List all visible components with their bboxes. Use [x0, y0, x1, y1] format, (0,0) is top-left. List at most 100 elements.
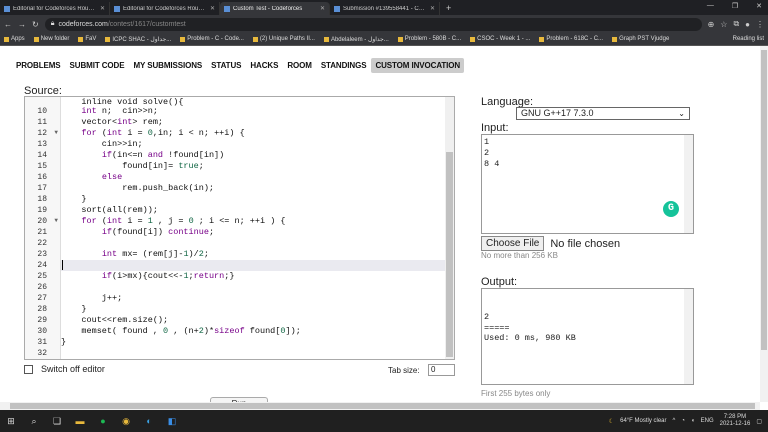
menu-icon[interactable]: ⋮ [756, 20, 764, 29]
bookmark-label: FaV [85, 36, 97, 42]
input-scrollbar[interactable] [684, 135, 693, 233]
switch-off-editor-label: Switch off editor [41, 364, 105, 374]
system-tray: ☾ 64°F Mostly clear ^ ◔ ◖ ENG 7:28 PM 20… [609, 414, 768, 428]
output-scrollbar[interactable] [684, 289, 693, 384]
bookmark-item[interactable]: Problem - 580B - C... [397, 36, 461, 42]
extensions-icon[interactable]: ⧉ [733, 19, 739, 29]
file-explorer-icon[interactable]: ▬ [75, 416, 85, 426]
tab-close-icon[interactable]: ✕ [430, 5, 435, 12]
bookmark-item[interactable]: Graph PST Vjudge [612, 36, 669, 42]
reading-list-link[interactable]: Reading list [733, 36, 764, 42]
nav-item[interactable]: MY SUBMISSIONS [129, 58, 206, 73]
edge-icon[interactable]: ◐ [144, 416, 154, 426]
url-field[interactable]: 🔒︎ codeforces.com/contest/1617/customtes… [44, 17, 702, 31]
bookmark-icon [323, 36, 329, 42]
input-text: 1 2 8 4 [484, 137, 500, 169]
forward-icon[interactable]: → [18, 20, 26, 29]
browser-tab[interactable]: Submission #139558441 - Codefor ✕ [330, 2, 440, 15]
code-line: int mx= (rem[j]-1)/2; [101, 249, 209, 259]
line-number: 10 [25, 106, 61, 117]
horizontal-scrollbar[interactable] [0, 402, 760, 410]
choose-file-button[interactable]: Choose File [481, 236, 545, 251]
tab-close-icon[interactable]: ✕ [320, 5, 325, 12]
back-icon[interactable]: ← [4, 20, 12, 29]
bookmark-item[interactable]: (2) Unique Paths II... [252, 36, 315, 42]
bookmark-item[interactable]: CSOC - Week 1 - ... [470, 36, 530, 42]
code-line: if(in<=n and !found[in]) [101, 150, 225, 160]
output-textarea[interactable]: 2 ===== Used: 0 ms, 980 KB [481, 288, 694, 385]
output-label: Output: [481, 276, 518, 288]
task-view-icon[interactable]: ❏ [52, 416, 62, 426]
line-number-text: 20 [37, 217, 47, 226]
browser-tab[interactable]: Editorial for Codeforces Round # ✕ [110, 2, 220, 15]
star-icon[interactable]: ☆ [720, 20, 727, 29]
line-number: 30 [25, 326, 61, 337]
maximize-icon[interactable]: ❐ [732, 2, 738, 10]
close-window-icon[interactable]: ✕ [756, 2, 762, 10]
windows-start-icon[interactable]: ⊞ [6, 416, 16, 426]
line-number-text: 10 [37, 107, 47, 116]
switch-off-editor-checkbox[interactable] [24, 364, 33, 374]
tab-close-icon[interactable]: ✕ [210, 5, 215, 12]
line-number-text: 25 [37, 272, 47, 281]
language-indicator[interactable]: ENG [701, 418, 714, 424]
bookmark-item[interactable]: ICPC SHAC - جداول... [105, 36, 171, 43]
switch-off-editor[interactable]: Switch off editor [24, 364, 105, 374]
vscode-icon[interactable]: ◧ [167, 416, 177, 426]
reload-icon[interactable]: ↻ [32, 20, 39, 29]
zoom-icon[interactable]: ⊕ [708, 20, 715, 29]
bookmark-icon [252, 36, 258, 42]
language-select[interactable]: GNU G++17 7.3.0 ⌄ [516, 107, 690, 120]
bookmark-icon [4, 36, 9, 42]
nav-item[interactable]: CUSTOM INVOCATION [371, 57, 465, 73]
code-line: int n; cin>>n; [81, 106, 158, 116]
profile-icon[interactable]: ● [745, 20, 750, 29]
code-line: else [101, 172, 123, 182]
page-scrollbar[interactable] [760, 46, 768, 402]
code-line: } [61, 304, 87, 314]
browser-tab[interactable]: Custom Test - Codeforces ✕ [220, 2, 330, 15]
search-icon[interactable]: ⌕ [29, 416, 39, 426]
clock[interactable]: 7:28 PM 2021-12-16 [720, 414, 751, 428]
new-tab-button[interactable]: + [440, 2, 457, 15]
fold-arrow-icon[interactable]: ▼ [54, 129, 58, 136]
weather-text[interactable]: 64°F Mostly clear [620, 418, 666, 424]
browser-tab[interactable]: Editorial for Codeforces Round # ✕ [0, 2, 110, 15]
bookmark-item[interactable]: New folder [33, 36, 69, 42]
bookmark-item[interactable]: FaV [78, 36, 96, 42]
tab-size-input[interactable]: 0 [428, 364, 455, 376]
network-icon[interactable]: ◔ [681, 418, 685, 424]
nav-item[interactable]: ROOM [283, 58, 316, 73]
line-number: 15 [25, 161, 61, 172]
editor-scrollbar[interactable] [445, 97, 454, 359]
editor-scroll-thumb[interactable] [446, 152, 453, 357]
page-scroll-thumb[interactable] [761, 50, 767, 350]
code-editor[interactable]: 10 11 12 ▼ 13 14 15 16 17 18 19 20 ▼ 21 22 23 24 25 26 27 28… [24, 96, 455, 360]
spotify-icon[interactable]: ● [98, 416, 108, 426]
volume-icon[interactable]: ◖ [691, 418, 695, 424]
minimize-icon[interactable]: — [707, 2, 714, 10]
grammarly-icon[interactable]: G [663, 201, 679, 217]
bookmark-item[interactable]: Apps [4, 36, 25, 42]
notifications-icon[interactable]: ▢ [756, 418, 762, 425]
nav-item[interactable]: SUBMIT CODE [66, 58, 129, 73]
bookmark-icon [180, 36, 186, 42]
line-number: 23 [25, 249, 61, 260]
nav-item[interactable]: STANDINGS [317, 58, 371, 73]
fold-arrow-icon[interactable]: ▼ [54, 217, 58, 224]
bookmark-item[interactable]: Abdelaleem - جداول... [323, 36, 389, 43]
chrome-icon[interactable]: ◉ [121, 416, 131, 426]
no-file-chosen-text: No file chosen [550, 237, 621, 250]
nav-item[interactable]: HACKS [246, 58, 282, 73]
nav-item[interactable]: STATUS [207, 58, 245, 73]
bookmark-item[interactable]: Problem - 618C - C... [539, 36, 603, 42]
nav-item[interactable]: PROBLEMS [12, 58, 65, 73]
contest-nav: PROBLEMS SUBMIT CODE MY SUBMISSIONS STATUS H… [0, 55, 768, 75]
horizontal-scroll-thumb[interactable] [10, 403, 755, 409]
tab-close-icon[interactable]: ✕ [100, 5, 105, 12]
input-textarea[interactable]: 1 2 8 4 G [481, 134, 694, 234]
line-number-text: 21 [37, 228, 47, 237]
tray-chevron-icon[interactable]: ^ [673, 418, 676, 424]
bookmark-item[interactable]: Problem - C - Code... [180, 36, 244, 42]
url-path: /contest/1617/customtest [107, 20, 186, 28]
